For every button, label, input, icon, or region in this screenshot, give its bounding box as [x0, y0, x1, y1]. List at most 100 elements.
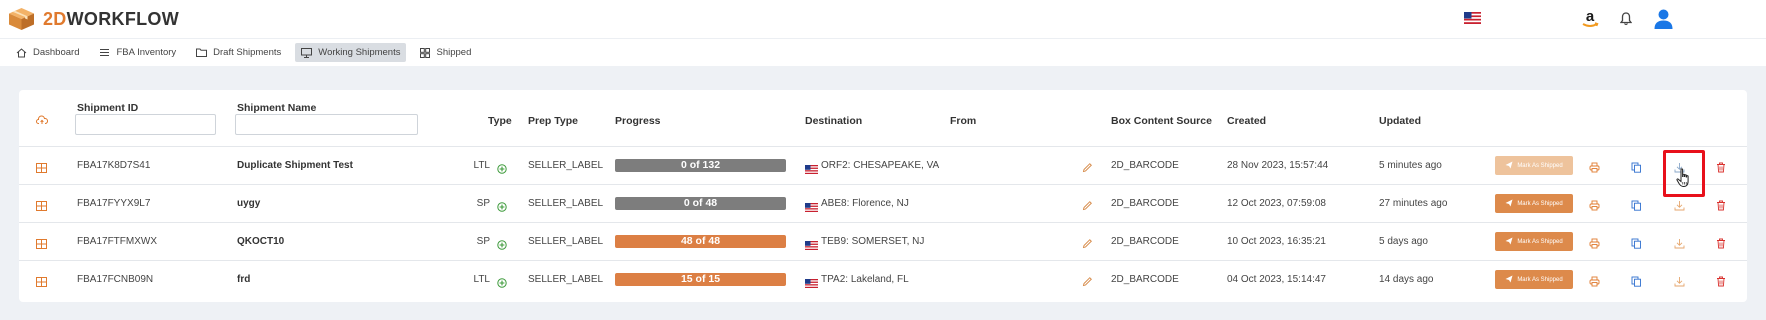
download-icon[interactable]	[1674, 274, 1685, 292]
us-flag-icon[interactable]	[1464, 11, 1481, 24]
updated-cell: 5 days ago	[1379, 236, 1428, 247]
shipment-id-cell: FBA17FTFMXWX	[77, 236, 158, 247]
nav-dashboard[interactable]: Dashboard	[10, 43, 85, 62]
grid-box-icon[interactable]	[36, 274, 47, 292]
download-icon[interactable]	[1674, 198, 1685, 216]
nav-working-shipments[interactable]: Working Shipments	[295, 43, 407, 62]
copy-icon[interactable]	[1631, 274, 1642, 292]
trash-icon[interactable]	[1716, 236, 1726, 254]
type-cell: LTL	[474, 274, 491, 286]
print-icon[interactable]	[1589, 274, 1600, 292]
print-icon[interactable]	[1589, 236, 1600, 254]
plus-circle-icon[interactable]	[497, 161, 507, 179]
header-updated[interactable]: Updated	[1379, 115, 1421, 127]
created-cell: 12 Oct 2023, 07:59:08	[1227, 198, 1326, 209]
shipment-id-cell: FBA17FYYX9L7	[77, 198, 151, 209]
mark-as-shipped-button[interactable]: Mark As Shipped	[1495, 232, 1573, 251]
destination-cell: TPA2: Lakeland, FL	[821, 274, 909, 285]
brand-name: 2DWORKFLOW	[43, 9, 179, 30]
mark-as-shipped-button[interactable]: Mark As Shipped	[1495, 194, 1573, 213]
progress-bar: 48 of 48	[615, 235, 786, 248]
brand-suffix: WORKFLOW	[66, 8, 179, 29]
folder-icon	[196, 48, 208, 57]
download-icon[interactable]	[1674, 236, 1685, 254]
trash-icon[interactable]	[1716, 274, 1726, 292]
box-content-source-cell: 2D_BARCODE	[1111, 236, 1179, 247]
print-icon[interactable]	[1589, 198, 1600, 216]
monitor-icon	[301, 47, 313, 58]
plus-circle-icon[interactable]	[497, 237, 507, 255]
type-label: SP	[476, 236, 490, 247]
nav-fba-inventory[interactable]: FBA Inventory	[93, 43, 182, 62]
us-flag-icon	[805, 161, 818, 179]
shipment-name-cell: QKOCT10	[237, 236, 285, 247]
mark-as-shipped-label: Mark As Shipped	[1517, 276, 1563, 283]
send-icon	[1505, 275, 1517, 285]
nav-shipped[interactable]: Shipped	[414, 43, 477, 62]
print-icon[interactable]	[1589, 160, 1600, 178]
mark-as-shipped-label: Mark As Shipped	[1517, 238, 1563, 245]
updated-cell: 5 minutes ago	[1379, 160, 1442, 171]
copy-icon[interactable]	[1631, 236, 1642, 254]
header-created[interactable]: Created	[1227, 115, 1266, 127]
header-shipment-name[interactable]: Shipment Name	[237, 102, 316, 114]
trash-icon[interactable]	[1716, 160, 1726, 178]
hand-cursor-icon	[1676, 168, 1692, 193]
cloud-upload-icon[interactable]	[36, 112, 49, 130]
type-cell: LTL	[474, 160, 491, 172]
table-row: FBA17FCNB09N frd LTL SELLER_LABEL 15 of …	[19, 260, 1747, 298]
pencil-icon[interactable]	[1082, 236, 1093, 254]
copy-icon[interactable]	[1631, 198, 1642, 216]
amazon-icon[interactable]: a	[1580, 8, 1600, 35]
shipment-name-filter-input[interactable]	[235, 114, 418, 135]
nav-dashboard-label: Dashboard	[33, 47, 80, 58]
shipment-id-filter-input[interactable]	[75, 114, 216, 135]
mark-as-shipped-button[interactable]: Mark As Shipped	[1495, 156, 1573, 175]
prep-type-cell: SELLER_LABEL	[528, 274, 604, 285]
send-icon	[1505, 199, 1517, 209]
pencil-icon[interactable]	[1082, 274, 1093, 292]
pencil-icon[interactable]	[1082, 198, 1093, 216]
nav-working-shipments-label: Working Shipments	[318, 47, 401, 58]
prep-type-cell: SELLER_LABEL	[528, 160, 604, 171]
header-type[interactable]: Type	[488, 115, 512, 127]
mark-as-shipped-button[interactable]: Mark As Shipped	[1495, 270, 1573, 289]
grid-box-icon[interactable]	[36, 160, 47, 178]
main-nav: Dashboard FBA Inventory Draft Shipments …	[0, 38, 1766, 66]
progress-bar: 0 of 132	[615, 159, 786, 172]
header-destination[interactable]: Destination	[805, 115, 862, 127]
header-from[interactable]: From	[950, 115, 976, 127]
user-avatar-icon[interactable]	[1654, 9, 1673, 34]
progress-bar: 0 of 48	[615, 197, 786, 210]
pencil-icon[interactable]	[1082, 160, 1093, 178]
plus-circle-icon[interactable]	[497, 275, 507, 293]
us-flag-icon	[805, 275, 818, 293]
trash-icon[interactable]	[1716, 198, 1726, 216]
home-icon	[16, 47, 27, 57]
table-row: FBA17K8D7S41 Duplicate Shipment Test LTL…	[19, 146, 1747, 184]
grid-box-icon[interactable]	[36, 236, 47, 254]
brand-prefix: 2D	[43, 8, 67, 29]
destination-cell: ABE8: Florence, NJ	[821, 198, 909, 209]
nav-draft-shipments[interactable]: Draft Shipments	[190, 43, 287, 62]
header-box-content-source[interactable]: Box Content Source	[1111, 115, 1212, 127]
header-shipment-id[interactable]: Shipment ID	[77, 102, 138, 114]
app-logo[interactable]: 2DWORKFLOW	[8, 7, 179, 31]
destination-cell: ORF2: CHESAPEAKE, VA	[821, 160, 940, 171]
updated-cell: 14 days ago	[1379, 274, 1434, 285]
grid-icon	[420, 47, 431, 58]
grid-box-icon[interactable]	[36, 198, 47, 216]
created-cell: 04 Oct 2023, 15:14:47	[1227, 274, 1326, 285]
us-flag-icon	[805, 237, 818, 255]
mark-as-shipped-label: Mark As Shipped	[1517, 162, 1563, 169]
type-label: LTL	[473, 274, 491, 285]
header-prep-type[interactable]: Prep Type	[528, 115, 578, 127]
top-bar: 2DWORKFLOW a	[0, 0, 1766, 38]
created-cell: 10 Oct 2023, 16:35:21	[1227, 236, 1326, 247]
shipment-id-cell: FBA17FCNB09N	[77, 274, 154, 285]
header-progress[interactable]: Progress	[615, 115, 661, 127]
plus-circle-icon[interactable]	[497, 199, 507, 217]
table-row: FBA17FYYX9L7 uygy SP SELLER_LABEL 0 of 4…	[19, 184, 1747, 222]
copy-icon[interactable]	[1631, 160, 1642, 178]
bell-icon[interactable]	[1619, 12, 1633, 31]
